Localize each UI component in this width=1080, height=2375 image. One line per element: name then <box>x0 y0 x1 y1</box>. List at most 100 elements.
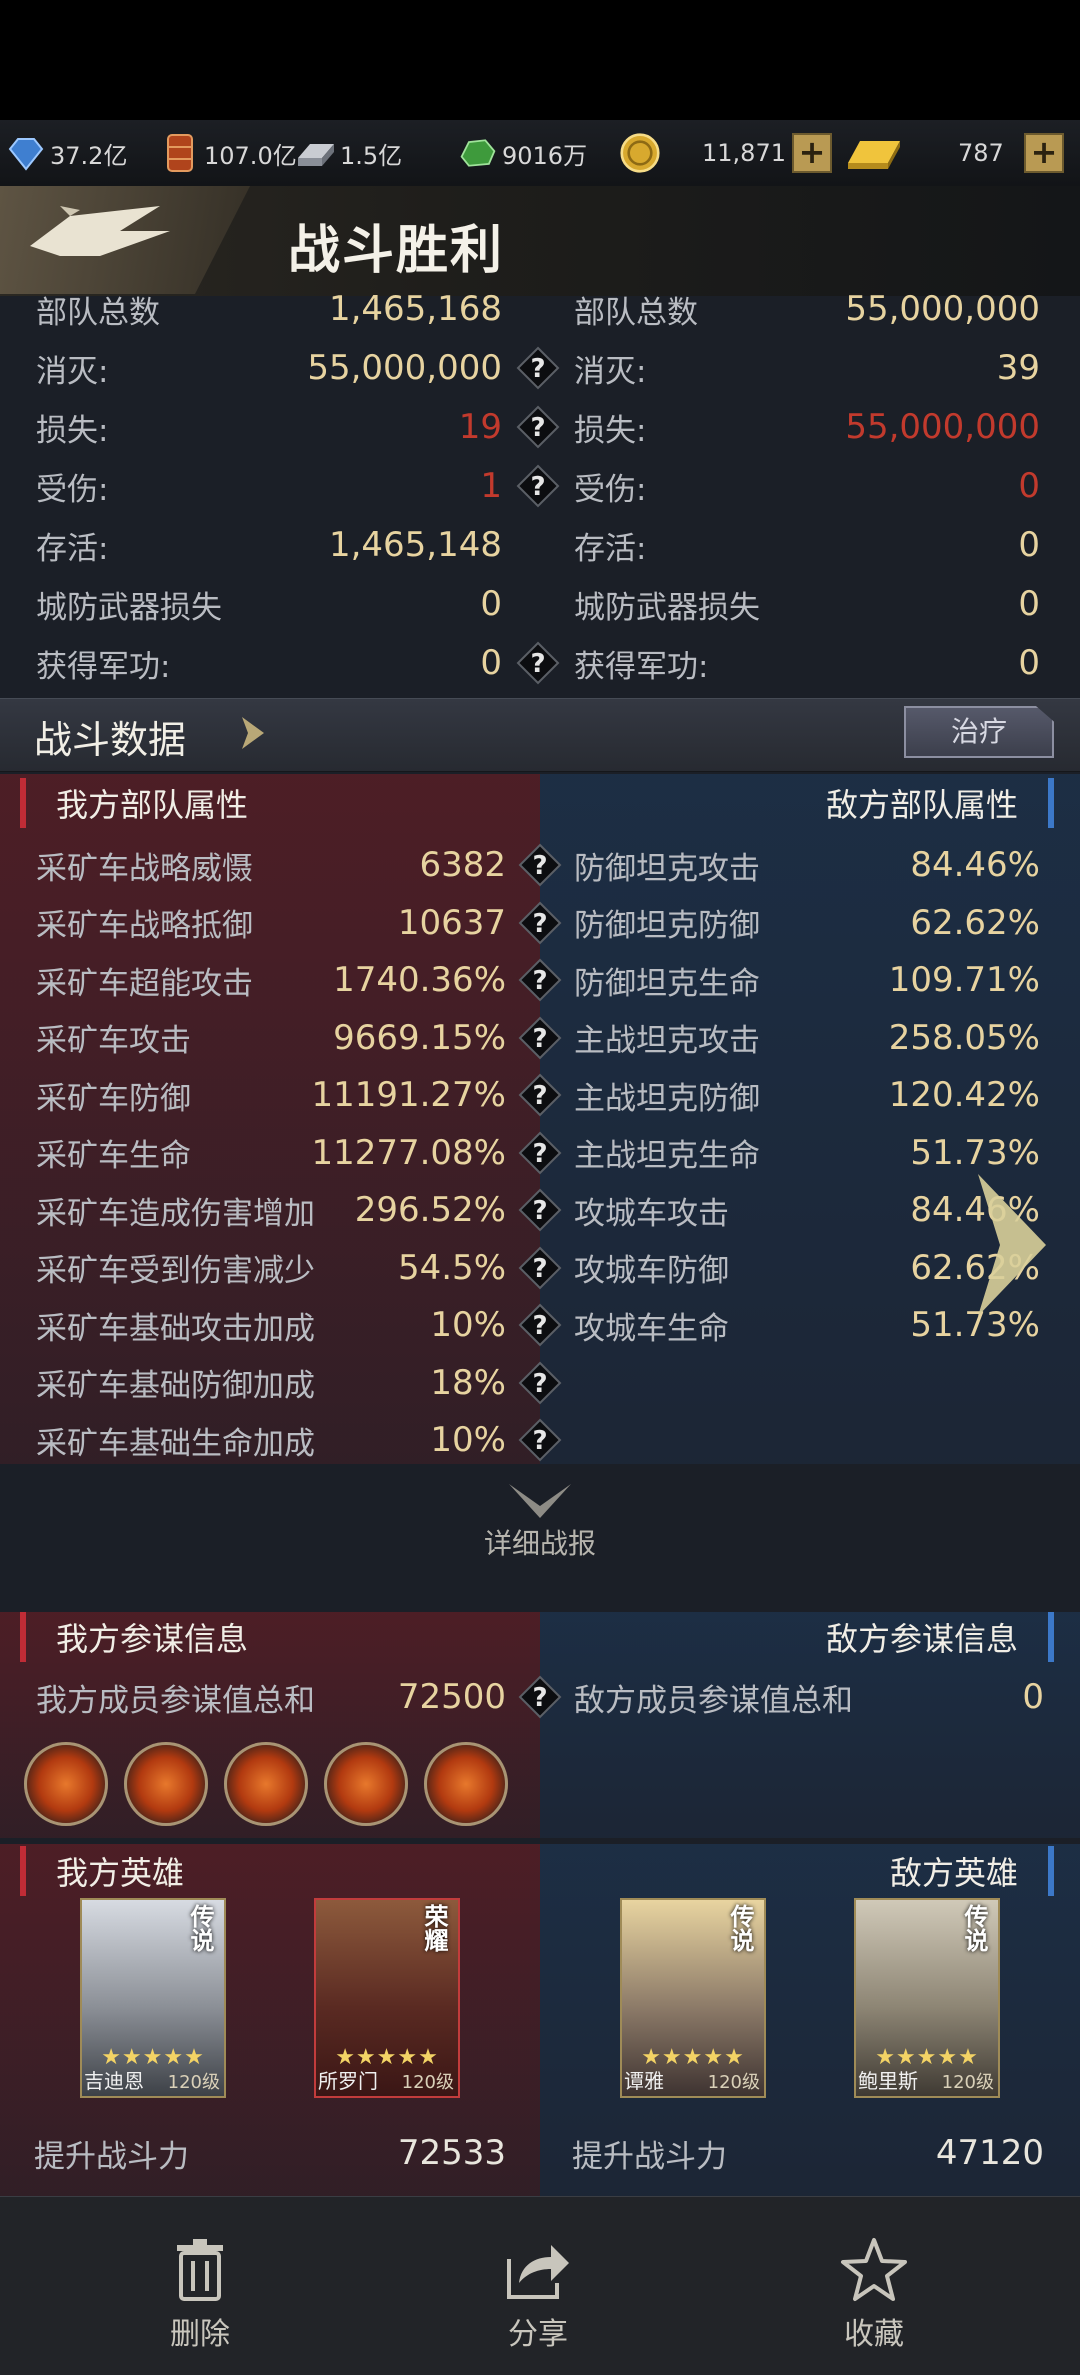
enemy-summary-row: 消灭: 39 <box>574 348 1040 390</box>
my-attribute-row: 采矿车生命 11277.08% <box>36 1132 506 1175</box>
my-attribute-row: 采矿车基础防御加成 18% <box>36 1362 506 1405</box>
delete-button[interactable]: 删除 <box>120 2235 280 2353</box>
my-summary-row: 城防武器损失 0 <box>36 584 502 626</box>
help-icon[interactable]: ? <box>518 1675 562 1719</box>
help-icon[interactable]: ? <box>516 346 560 390</box>
advisor-skill-icon[interactable] <box>224 1742 308 1826</box>
svg-text:?: ? <box>532 1139 547 1169</box>
advisor-skill-icon[interactable] <box>324 1742 408 1826</box>
resource-ore: 9016万 <box>458 120 587 186</box>
help-icon[interactable]: ? <box>516 405 560 449</box>
my-attribute-row: 采矿车防御 11191.27% <box>36 1075 506 1117</box>
my-advisor-sum: 我方成员参谋值总和 72500 <box>36 1677 506 1719</box>
my-attribute-row: 采矿车基础生命加成 10% <box>36 1420 506 1462</box>
add-gold-bar-button[interactable]: + <box>1024 133 1064 173</box>
svg-text:?: ? <box>532 1254 547 1284</box>
svg-text:?: ? <box>532 1196 547 1226</box>
advisor-skill-icon[interactable] <box>424 1742 508 1826</box>
help-icon[interactable]: ? <box>518 1246 562 1290</box>
resource-gold-coin: 11,871 <box>620 120 786 186</box>
svg-text:?: ? <box>532 966 547 996</box>
share-button[interactable]: 分享 <box>458 2235 618 2353</box>
help-icon[interactable]: ? <box>518 1361 562 1405</box>
next-page-arrow-icon[interactable] <box>970 1170 1050 1320</box>
enemy-power-gain: 提升战斗力 47120 <box>572 2133 1044 2175</box>
my-attribute-row: 采矿车战略抵御 10637 <box>36 902 506 945</box>
heal-button[interactable]: 治疗 <box>904 706 1054 758</box>
help-icon[interactable]: ? <box>518 1131 562 1175</box>
help-icon[interactable]: ? <box>518 1188 562 1232</box>
svg-text:?: ? <box>532 1311 547 1341</box>
enemy-summary-row: 部队总数 55,000,000 <box>574 289 1040 331</box>
enemy-attribute-row: 主战坦克攻击 258.05% <box>574 1017 1040 1060</box>
my-attributes-title: 我方部队属性 <box>20 778 540 828</box>
advisor-skill-icon[interactable] <box>124 1742 208 1826</box>
my-power-gain: 提升战斗力 72533 <box>34 2133 506 2175</box>
svg-text:?: ? <box>532 1024 547 1054</box>
detail-report-link[interactable]: 详细战报 <box>0 1480 1080 1562</box>
svg-text:?: ? <box>530 472 545 502</box>
help-icon[interactable]: ? <box>518 901 562 945</box>
expand-arrow-icon[interactable] <box>238 713 268 757</box>
gold-coin-icon <box>620 133 660 173</box>
enemy-summary-row: 存活: 0 <box>574 525 1040 567</box>
help-icon[interactable]: ? <box>518 1073 562 1117</box>
help-icon[interactable]: ? <box>516 464 560 508</box>
status-bar <box>0 0 1080 120</box>
advisor-skill-icon[interactable] <box>24 1742 108 1826</box>
gold-bar-icon <box>844 133 904 173</box>
help-icon[interactable]: ? <box>518 1418 562 1462</box>
resource-oil: 107.0亿 <box>160 120 297 186</box>
share-icon <box>458 2235 618 2305</box>
svg-text:?: ? <box>532 1683 547 1713</box>
oil-barrel-icon <box>160 133 200 173</box>
help-icon[interactable]: ? <box>516 641 560 685</box>
svg-text:?: ? <box>530 413 545 443</box>
svg-text:?: ? <box>532 1081 547 1111</box>
add-gold-coin-button[interactable]: + <box>792 133 832 173</box>
resource-gold-bar: 787 <box>844 120 1014 186</box>
resource-crystal: 37.2亿 <box>6 120 127 186</box>
enemy-summary-row: 损失: 55,000,000 <box>574 407 1040 449</box>
my-attribute-row: 采矿车超能攻击 1740.36% <box>36 960 506 1002</box>
my-attribute-row: 采矿车攻击 9669.15% <box>36 1017 506 1060</box>
hero-card[interactable]: 传说 ★★★★★ 鲍里斯 120级 <box>854 1898 1000 2098</box>
help-icon[interactable]: ? <box>518 1303 562 1347</box>
enemy-heroes-title: 敌方英雄 <box>540 1846 1054 1896</box>
resource-bar: 37.2亿 107.0亿 1.5亿 9016万 11,871 + 787 + <box>0 120 1080 187</box>
svg-text:?: ? <box>532 1426 547 1456</box>
page-title: 战斗胜利 <box>288 221 505 281</box>
help-icon[interactable]: ? <box>518 1016 562 1060</box>
enemy-summary-row: 受伤: 0 <box>574 466 1040 508</box>
enemy-attribute-row: 主战坦克防御 120.42% <box>574 1075 1040 1117</box>
enemy-summary-row: 城防武器损失 0 <box>574 584 1040 626</box>
hero-card[interactable]: 荣耀 ★★★★★ 所罗门 120级 <box>314 1898 460 2098</box>
enemy-advisor-title: 敌方参谋信息 <box>540 1612 1054 1662</box>
enemy-summary-row: 获得军功: 0 <box>574 643 1040 685</box>
my-attribute-row: 采矿车战略威慑 6382 <box>36 845 506 887</box>
svg-text:?: ? <box>532 851 547 881</box>
favorite-button[interactable]: 收藏 <box>794 2235 954 2353</box>
help-icon[interactable]: ? <box>518 958 562 1002</box>
enemy-advisor-sum: 敌方成员参谋值总和 0 <box>574 1677 1044 1719</box>
hero-card[interactable]: 传说 ★★★★★ 谭雅 120级 <box>620 1898 766 2098</box>
ore-icon <box>458 133 498 173</box>
my-summary-row: 存活: 1,465,148 <box>36 525 502 567</box>
hero-card[interactable]: 传说 ★★★★★ 吉迪恩 120级 <box>80 1898 226 2098</box>
detail-report-label: 详细战报 <box>483 1527 596 1560</box>
svg-text:?: ? <box>532 909 547 939</box>
svg-text:?: ? <box>530 354 545 384</box>
my-attribute-row: 采矿车造成伤害增加 296.52% <box>36 1190 506 1232</box>
resource-steel: 1.5亿 <box>296 120 402 186</box>
svg-text:?: ? <box>530 649 545 679</box>
enemy-attributes-title: 敌方部队属性 <box>540 778 1054 828</box>
my-summary-row: 获得军功: 0 <box>36 643 502 685</box>
battle-data-title: 战斗数据 <box>34 718 187 762</box>
my-summary-row: 损失: 19 <box>36 407 502 449</box>
bottom-toolbar: 删除 分享 收藏 <box>0 2196 1080 2375</box>
enemy-attribute-row: 防御坦克生命 109.71% <box>574 960 1040 1002</box>
my-summary-row: 消灭: 55,000,000 <box>36 348 502 390</box>
help-icon[interactable]: ? <box>518 843 562 887</box>
my-attribute-row: 采矿车受到伤害减少 54.5% <box>36 1247 506 1290</box>
steel-icon <box>296 133 336 173</box>
